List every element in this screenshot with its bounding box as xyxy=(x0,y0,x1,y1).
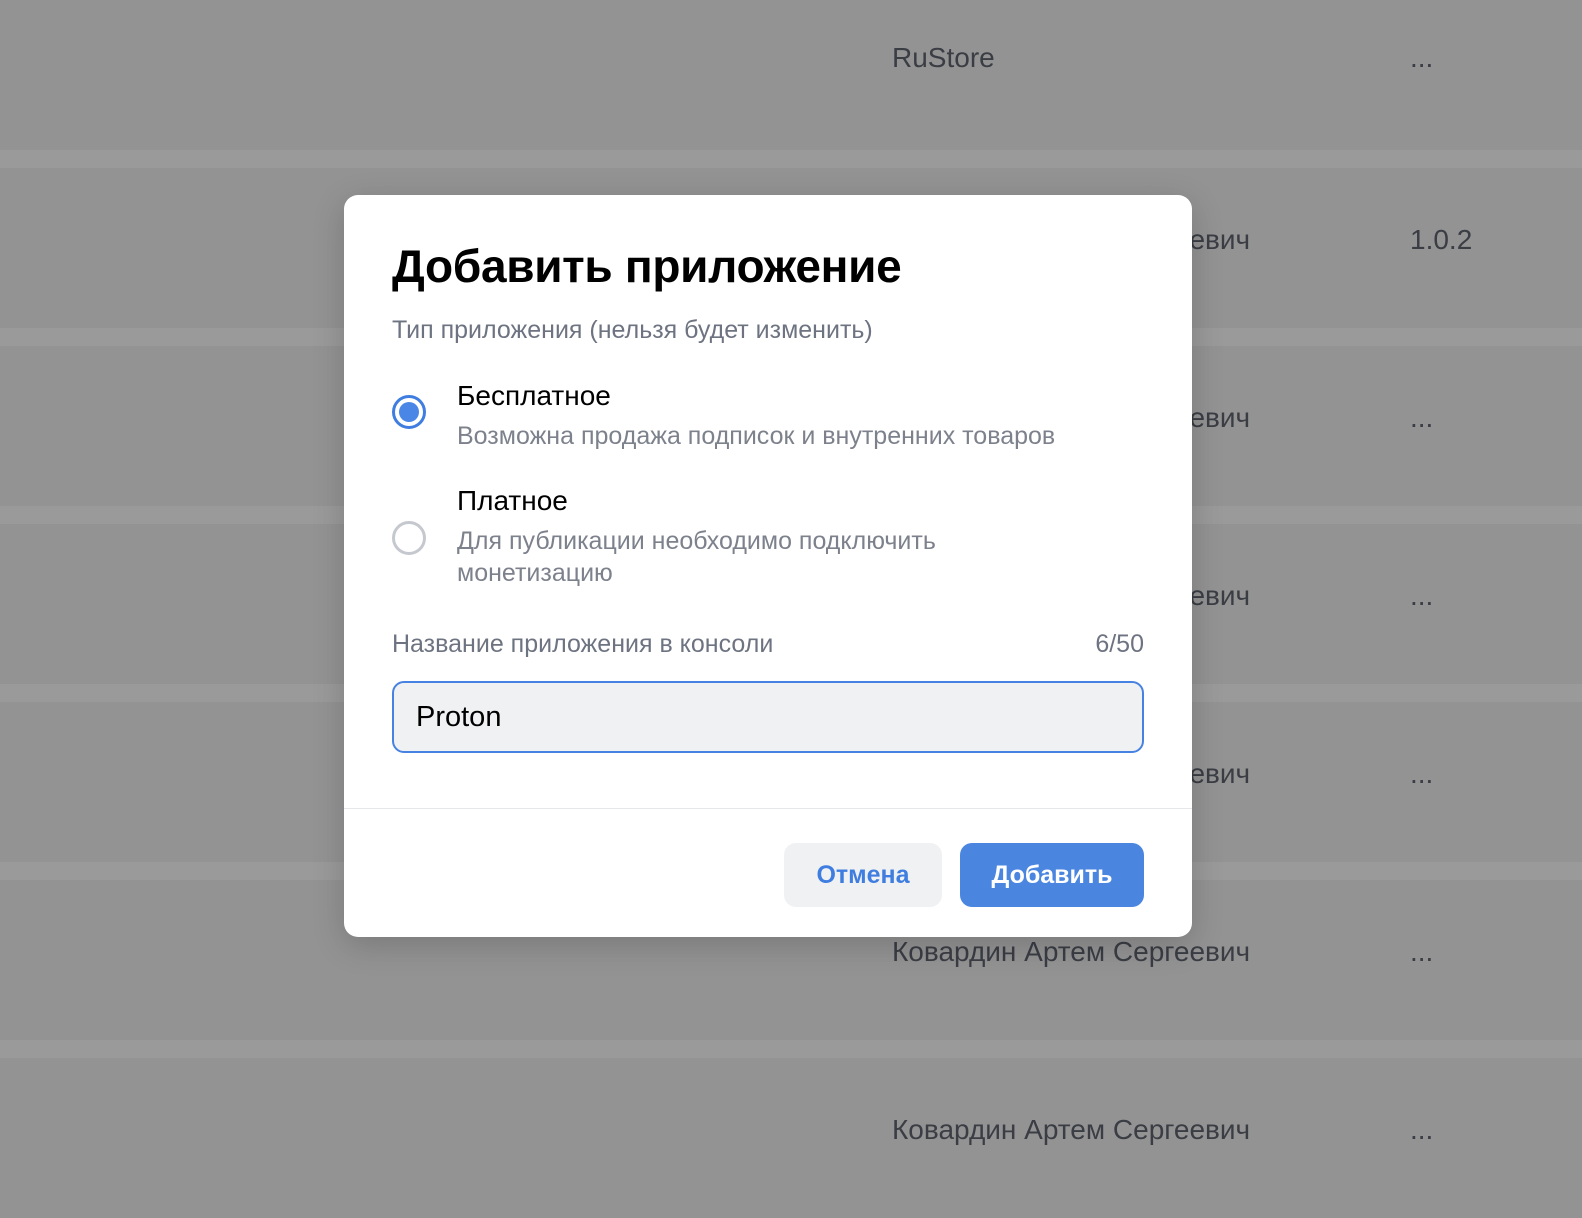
table-cell-name: Ковардин Артем Сергеевич xyxy=(892,1114,1251,1145)
add-app-dialog: Добавить приложение Тип приложения (нель… xyxy=(344,195,1192,937)
option-title-free: Бесплатное xyxy=(457,380,611,411)
radio-checked-icon[interactable] xyxy=(392,395,426,429)
add-button[interactable]: Добавить xyxy=(960,843,1144,907)
option-desc-paid: Для публикации необходимо подключить мон… xyxy=(457,527,936,587)
table-row: Ковардин Артем Сергеевич ... xyxy=(0,1058,1582,1218)
row-divider xyxy=(0,1040,1582,1058)
row-divider xyxy=(0,150,1582,168)
table-cell-version: 1.0.2 xyxy=(1410,224,1473,255)
radio-option-paid[interactable]: Платное Для публикации необходимо подклю… xyxy=(392,485,1144,595)
radio-dot xyxy=(399,402,419,422)
footer-divider xyxy=(344,808,1192,809)
table-cell-version: ... xyxy=(1410,1114,1434,1145)
table-row: RuStore ... xyxy=(0,0,1582,150)
app-name-label: Название приложения в консоли xyxy=(392,630,774,658)
dialog-title: Добавить приложение xyxy=(392,240,902,292)
app-type-label: Тип приложения (нельзя будет изменить) xyxy=(392,316,873,344)
option-desc-free: Возможна продажа подписок и внутренних т… xyxy=(457,422,1056,450)
radio-option-free[interactable]: Бесплатное Возможна продажа подписок и в… xyxy=(392,380,1144,460)
table-cell-name: RuStore xyxy=(892,42,995,73)
option-title-paid: Платное xyxy=(457,485,568,516)
table-cell-version: ... xyxy=(1410,402,1434,433)
char-counter: 6/50 xyxy=(1095,630,1144,658)
app-name-input[interactable] xyxy=(392,681,1144,753)
table-cell-version: ... xyxy=(1410,580,1434,611)
table-cell-version: ... xyxy=(1410,758,1434,789)
table-cell-name: Ковардин Артем Сергеевич xyxy=(892,936,1251,967)
cancel-button[interactable]: Отмена xyxy=(784,843,942,907)
table-cell-version: ... xyxy=(1410,42,1434,73)
table-cell-version: ... xyxy=(1410,936,1434,967)
radio-unchecked-icon[interactable] xyxy=(392,521,426,555)
